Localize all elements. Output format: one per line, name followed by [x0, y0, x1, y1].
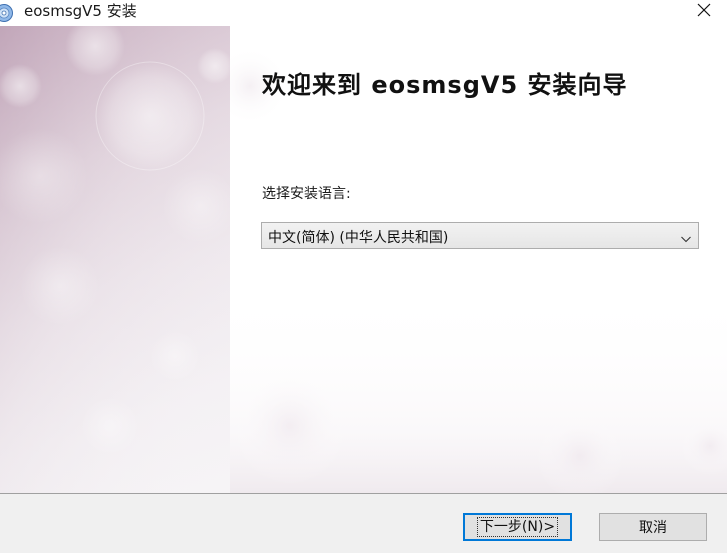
- cancel-button[interactable]: 取消: [599, 513, 707, 541]
- page-title: 欢迎来到 eosmsgV5 安装向导: [262, 71, 628, 99]
- chevron-down-icon: [680, 230, 692, 243]
- wizard-content: 欢迎来到 eosmsgV5 安装向导 选择安装语言: 中文(简体) (中华人民共…: [230, 26, 727, 493]
- close-icon: [697, 2, 711, 21]
- next-button-label: 下一步(N)>: [476, 517, 559, 537]
- installer-disc-icon: [0, 3, 14, 23]
- wizard-banner-image: [0, 26, 230, 493]
- cancel-button-label: 取消: [639, 520, 667, 536]
- window-title: eosmsgV5 安装: [24, 2, 137, 20]
- language-select-value: 中文(简体) (中华人民共和国): [268, 230, 449, 246]
- next-button[interactable]: 下一步(N)>: [463, 513, 572, 541]
- title-bar: eosmsgV5 安装: [0, 0, 727, 26]
- button-bar: 下一步(N)> 取消: [0, 493, 727, 553]
- installer-window: eosmsgV5 安装 欢迎来到 eosmsgV5 安装向导 选择安装语言: 中…: [0, 0, 727, 553]
- close-button[interactable]: [681, 0, 727, 26]
- language-select[interactable]: 中文(简体) (中华人民共和国): [261, 222, 699, 249]
- language-label: 选择安装语言:: [262, 186, 351, 202]
